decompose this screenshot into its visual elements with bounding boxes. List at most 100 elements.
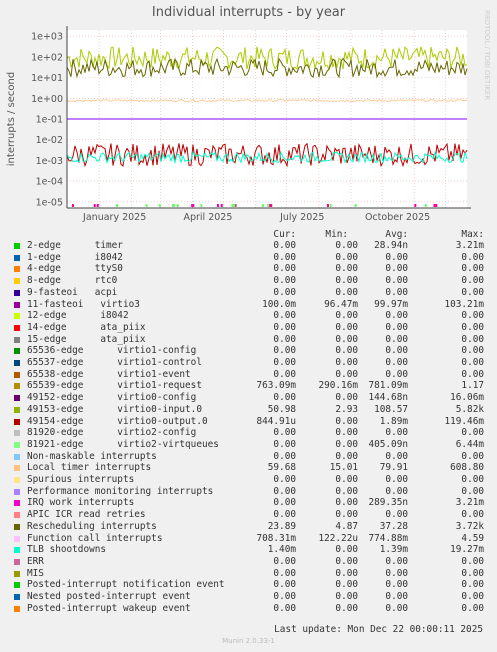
legend-avg: 0.00 bbox=[385, 333, 408, 345]
y-tick-label: 1e+02 bbox=[31, 52, 63, 63]
legend-max: 6.44m bbox=[455, 438, 484, 450]
legend-name: APIC ICR read retries bbox=[27, 509, 146, 521]
legend-max: 3.72k bbox=[455, 520, 484, 532]
legend-row: 9-fasteoi acpi 0.00 0.00 0.00 0.00 bbox=[0, 287, 497, 299]
legend-cur: 0.00 bbox=[273, 275, 296, 287]
legend-cur: 0.00 bbox=[273, 240, 296, 251]
legend-row: Posted-interrupt wakeup event 0.00 0.00 0.0… bbox=[0, 603, 497, 615]
legend-row: Spurious interrupts 0.00 0.00 0.00 0.00 bbox=[0, 474, 497, 486]
legend-row: 2-edge timer 0.00 0.00 28.94n 3.21m bbox=[0, 240, 497, 252]
legend-avg: 0.00 bbox=[385, 275, 408, 287]
legend-row: 14-edge ata_piix 0.00 0.00 0.00 0.00 bbox=[0, 322, 497, 334]
legend-swatch bbox=[14, 605, 20, 612]
legend-avg: 28.94n bbox=[374, 240, 408, 251]
legend-avg: 0.00 bbox=[385, 357, 408, 368]
legend-avg: 405.09n bbox=[368, 438, 408, 450]
legend-max: 0.00 bbox=[461, 567, 484, 579]
legend-row: 15-edge ata_piix 0.00 0.00 0.00 0.00 bbox=[0, 334, 497, 346]
legend-name: ERR bbox=[27, 555, 44, 567]
legend-cur: 0.00 bbox=[273, 497, 296, 509]
legend-avg: 1.89m bbox=[379, 415, 408, 427]
legend-row: Function call interrupts 708.31m 122.22u 77… bbox=[0, 533, 497, 545]
legend-swatch bbox=[14, 324, 20, 331]
legend-cur: 0.00 bbox=[273, 450, 296, 462]
legend-max: 0.00 bbox=[461, 579, 484, 591]
legend-avg: 0.00 bbox=[385, 345, 408, 357]
y-tick-label: 1e+03 bbox=[31, 32, 63, 43]
legend-swatch bbox=[14, 395, 20, 402]
legend-name: 65538-edge virtio1-event bbox=[27, 368, 191, 380]
legend-swatch bbox=[14, 547, 20, 554]
legend-row: 11-fasteoi virtio3 100.0m 96.47m 99.97m 103.… bbox=[0, 299, 497, 311]
legend-name: 81921-edge virtio2-virtqueues bbox=[27, 438, 219, 450]
legend-max: 0.00 bbox=[461, 286, 484, 298]
legend-avg: 0.00 bbox=[385, 310, 408, 322]
legend-avg: 0.00 bbox=[385, 567, 408, 579]
legend-cur: 0.00 bbox=[273, 427, 296, 439]
y-tick-label: 1e-03 bbox=[36, 156, 63, 167]
legend-avg: 0.00 bbox=[385, 555, 408, 567]
legend-cur: 0.00 bbox=[273, 263, 296, 275]
legend-row: 8-edge rtc0 0.00 0.00 0.00 0.00 bbox=[0, 275, 497, 287]
legend-cur: 23.89 bbox=[267, 520, 296, 532]
legend-cur: 0.00 bbox=[273, 602, 296, 614]
legend-name: 65539-edge virtio1-request bbox=[27, 380, 202, 392]
legend-max: 4.59 bbox=[461, 532, 484, 544]
legend-avg: 781.09m bbox=[368, 380, 408, 392]
munin-version: Munin 2.0.33-1 bbox=[222, 637, 275, 645]
legend-cur: 763.09m bbox=[256, 380, 296, 392]
legend-cur: 0.00 bbox=[273, 509, 296, 521]
legend-name: 4-edge ttyS0 bbox=[27, 263, 123, 275]
legend-row: MIS 0.00 0.00 0.00 0.00 bbox=[0, 568, 497, 580]
legend-cur: 1.40m bbox=[267, 544, 296, 556]
legend-avg: 144.68n bbox=[368, 392, 408, 404]
legend-avg: 79.91 bbox=[379, 462, 408, 474]
legend-max: 1.17 bbox=[461, 380, 484, 392]
legend-swatch bbox=[14, 336, 20, 343]
legend-name: Posted-interrupt wakeup event bbox=[27, 602, 191, 614]
legend-row: 49153-edge virtio0-input.0 50.98 2.93 108.5… bbox=[0, 404, 497, 416]
legend-avg: 0.00 bbox=[385, 579, 408, 591]
legend-row: ERR 0.00 0.00 0.00 0.00 bbox=[0, 556, 497, 568]
y-tick-label: 1e-05 bbox=[36, 197, 63, 208]
legend-row: IRQ work interrupts 0.00 0.00 289.35n 3.21m bbox=[0, 497, 497, 509]
legend-name: TLB shootdowns bbox=[27, 544, 107, 556]
legend-max: 119.46m bbox=[444, 415, 484, 427]
legend-row: 1-edge i8042 0.00 0.00 0.00 0.00 bbox=[0, 252, 497, 264]
y-tick-label: 1e+00 bbox=[31, 94, 63, 105]
legend-name: MIS bbox=[27, 567, 44, 579]
legend-row: 65538-edge virtio1-event 0.00 0.00 0.00 0.00 bbox=[0, 369, 497, 381]
legend-avg: 0.00 bbox=[385, 286, 408, 298]
legend-row: 49152-edge virtio0-config 0.00 0.00 144.68n… bbox=[0, 392, 497, 404]
legend-swatch bbox=[14, 348, 20, 355]
legend-cur: 0.00 bbox=[273, 555, 296, 567]
legend-name: 81920-edge virtio2-config bbox=[27, 427, 197, 439]
legend-cur: 708.31m bbox=[256, 532, 296, 544]
legend-cur: 50.98 bbox=[267, 403, 296, 415]
legend-max: 0.00 bbox=[461, 368, 484, 380]
legend-swatch bbox=[14, 371, 20, 378]
legend-row: 65539-edge virtio1-request 763.09m 290.16m… bbox=[0, 380, 497, 392]
legend-max: 0.00 bbox=[461, 602, 484, 614]
legend-avg: 0.00 bbox=[385, 263, 408, 275]
legend-name: 12-edge i8042 bbox=[27, 310, 129, 322]
y-axis-label: interrupts / second bbox=[6, 72, 17, 166]
legend-cur: 0.00 bbox=[273, 591, 296, 602]
legend-swatch bbox=[14, 418, 20, 425]
last-update: Last update: Mon Dec 22 00:00:11 2025 bbox=[274, 624, 483, 635]
legend-avg: 0.00 bbox=[385, 602, 408, 614]
legend-row: 65536-edge virtio1-config 0.00 0.00 0.00 0.0… bbox=[0, 345, 497, 357]
legend-cur: 0.00 bbox=[273, 474, 296, 485]
legend-swatch bbox=[14, 383, 20, 390]
legend-row: Posted-interrupt notification event 0.00 0… bbox=[0, 579, 497, 591]
legend-max: 3.21m bbox=[455, 497, 484, 509]
legend-name: 49154-edge virtio0-output.0 bbox=[27, 415, 208, 427]
legend-cur: 0.00 bbox=[273, 251, 296, 263]
legend-max: 0.00 bbox=[461, 310, 484, 322]
legend-max: 3.21m bbox=[455, 240, 484, 251]
legend-row: Performance monitoring interrupts 0.00 0.0… bbox=[0, 486, 497, 498]
legend-cur: 59.68 bbox=[267, 462, 296, 474]
legend-cur: 0.00 bbox=[273, 579, 296, 591]
legend-avg: 37.28 bbox=[379, 520, 408, 532]
legend-swatch bbox=[14, 243, 20, 249]
